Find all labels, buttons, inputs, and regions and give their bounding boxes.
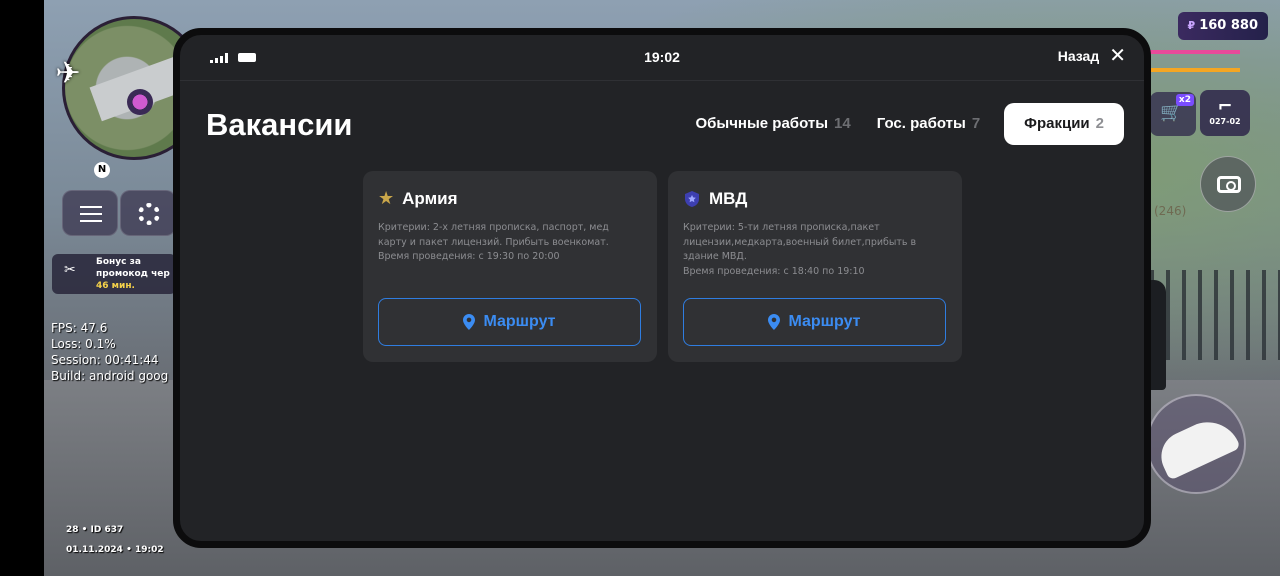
back-button[interactable]: Назад ✕ [1057, 46, 1126, 66]
ticket-icon: ✂ [64, 262, 76, 278]
fps-readout: FPS: 47.6 [51, 321, 108, 335]
vacancy-card-army: ★ Армия Критерии: 2-х летняя прописка, п… [363, 171, 657, 362]
promo-bonus-banner[interactable]: ✂ Бонус за промокод чер 46 мин. [52, 254, 176, 294]
menu-button[interactable] [62, 190, 118, 236]
weapon-slot[interactable]: ⌐ 027-02 [1200, 90, 1250, 136]
map-pin-icon [463, 314, 476, 330]
card-description: Критерии: 2-х летняя прописка, паспорт, … [378, 221, 638, 265]
close-icon[interactable]: ✕ [1109, 46, 1126, 66]
tab-count: 7 [971, 115, 981, 132]
tab-factions[interactable]: Фракции 2 [1004, 103, 1124, 145]
vacancy-list: ★ Армия Критерии: 2-х летняя прописка, п… [363, 171, 962, 362]
tab-count: 14 [834, 115, 851, 132]
shoe-icon [1153, 411, 1241, 481]
shop-button[interactable]: 🛒 x2 [1150, 92, 1196, 136]
card-title: Армия [402, 189, 458, 208]
tab-regular-jobs[interactable]: Обычные работы 14 [693, 103, 852, 145]
vacancy-card-mvd: МВД Критерии: 5-ти летняя прописка,пакет… [668, 171, 962, 362]
card-title: МВД [709, 189, 748, 208]
tab-label: Гос. работы [876, 115, 966, 132]
menu-icon [80, 206, 102, 222]
player-blip-icon [127, 89, 153, 115]
route-label: Маршрут [788, 313, 861, 330]
card-criteria: Критерии: 5-ти летняя прописка,пакет лиц… [683, 222, 917, 262]
camera-button[interactable] [1200, 156, 1256, 212]
fence [1150, 270, 1280, 360]
card-description: Критерии: 5-ти летняя прописка,пакет лиц… [683, 221, 943, 279]
route-button[interactable]: Маршрут [378, 298, 641, 346]
health-bar [1148, 50, 1240, 54]
wheel-icon [138, 203, 160, 225]
tab-label: Фракции [1024, 115, 1090, 132]
sprint-button[interactable] [1146, 394, 1246, 494]
camera-icon [1217, 176, 1241, 193]
multiplier-badge: x2 [1175, 94, 1194, 106]
nearby-player-tag: (246) [1154, 204, 1187, 218]
card-header: ★ Армия [378, 189, 458, 209]
clock: 19:02 [644, 49, 680, 65]
armor-bar [1148, 68, 1240, 72]
shield-icon [685, 191, 699, 207]
build-readout: Build: android goog [51, 369, 169, 383]
card-time: Время проведения: с 18:40 по 19:10 [683, 265, 865, 277]
player-id: 28 • ID 637 [66, 525, 124, 535]
map-pin-icon [768, 314, 781, 330]
bonus-line2: промокод чер [96, 269, 170, 279]
back-label: Назад [1057, 48, 1100, 64]
datetime: 01.11.2024 • 19:02 [66, 545, 164, 555]
letterbox [0, 0, 44, 576]
weapon-label: 027-02 [1209, 117, 1241, 126]
tab-label: Обычные работы [695, 115, 829, 132]
bonus-time: 46 мин. [96, 281, 135, 291]
player-info: 28 • ID 637 01.11.2024 • 19:02 [66, 520, 164, 560]
gun-icon: ⌐ [1217, 96, 1233, 117]
route-button[interactable]: Маршрут [683, 298, 946, 346]
debug-stats: FPS: 47.6 Loss: 0.1% Session: 00:41:44 B… [51, 320, 173, 384]
money-display: ₽160 880 [1178, 12, 1268, 40]
session-readout: Session: 00:41:44 [51, 353, 159, 367]
money-amount: 160 880 [1199, 18, 1258, 33]
tab-gov-jobs[interactable]: Гос. работы 7 [875, 103, 982, 145]
plane-icon: ✈ [55, 56, 81, 91]
page-title: Вакансии [206, 107, 353, 142]
card-header: МВД [683, 189, 747, 209]
route-label: Маршрут [483, 313, 556, 330]
currency-icon: ₽ [1187, 19, 1196, 32]
north-icon: N [94, 162, 110, 178]
wheel-button[interactable] [120, 190, 176, 236]
star-icon: ★ [378, 188, 395, 209]
tab-count: 2 [1095, 115, 1104, 132]
tab-bar: Обычные работы 14 Гос. работы 7 Фракции 2 [693, 103, 1124, 145]
loss-readout: Loss: 0.1% [51, 337, 116, 351]
card-time: Время проведения: с 19:30 по 20:00 [378, 251, 560, 262]
vacancies-modal: 19:02 Назад ✕ Вакансии Обычные работы 14 … [173, 28, 1151, 548]
status-bar: 19:02 Назад ✕ [180, 35, 1144, 81]
bonus-line1: Бонус за [96, 257, 141, 267]
card-criteria: Критерии: 2-х летняя прописка, паспорт, … [378, 222, 609, 248]
